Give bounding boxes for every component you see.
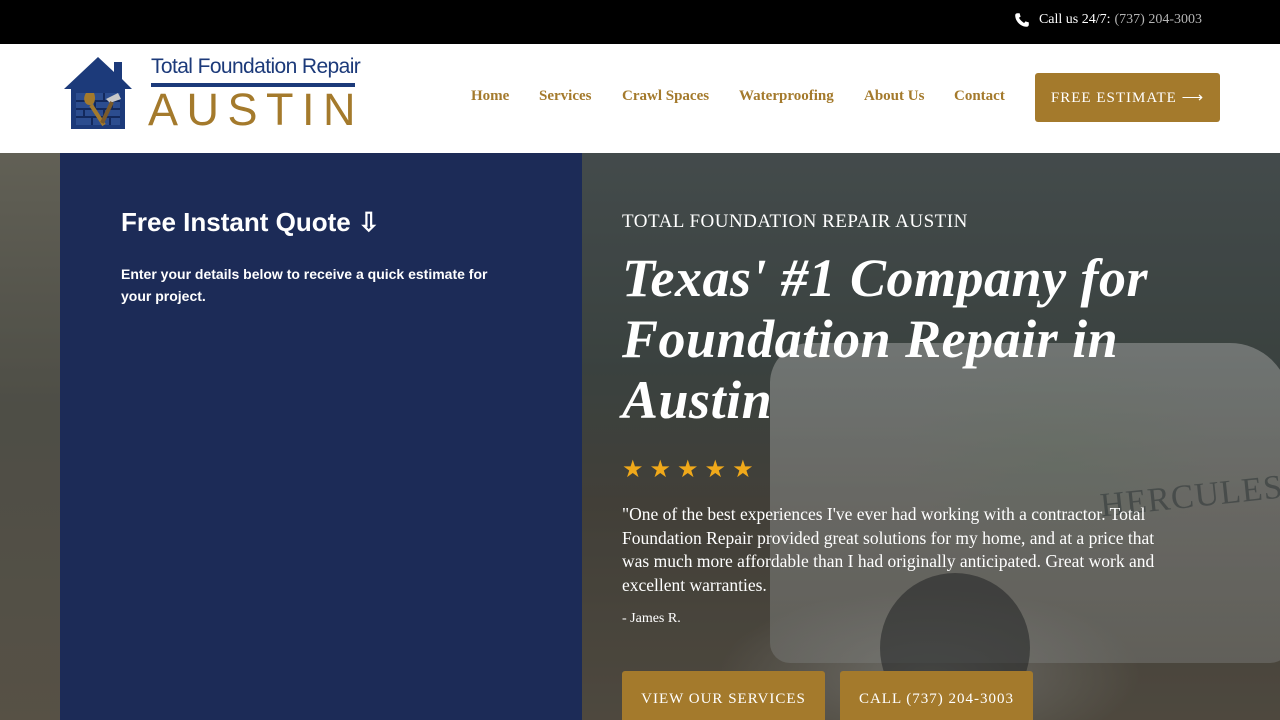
top-bar: Call us 24/7: (737) 204-3003 bbox=[0, 0, 1280, 44]
testimonial-author: - James R. bbox=[622, 611, 681, 626]
site-header: Total Foundation Repair AUSTIN Home Serv… bbox=[0, 44, 1280, 153]
nav-waterproofing[interactable]: Waterproofing bbox=[739, 88, 834, 105]
hero-headline: Texas' #1 Company for Foundation Repair … bbox=[622, 248, 1149, 430]
nav-services[interactable]: Services bbox=[539, 88, 591, 105]
quote-panel: Free Instant Quote ⇩ Enter your details … bbox=[60, 153, 582, 720]
phone-icon bbox=[1014, 12, 1030, 28]
view-services-button[interactable]: VIEW OUR SERVICES bbox=[622, 671, 825, 720]
hero-eyebrow: TOTAL FOUNDATION REPAIR AUSTIN bbox=[622, 211, 968, 232]
quote-panel-description: Enter your details below to receive a qu… bbox=[121, 266, 488, 304]
nav-crawl-spaces[interactable]: Crawl Spaces bbox=[622, 88, 709, 105]
nav-contact[interactable]: Contact bbox=[954, 88, 1005, 105]
call-button[interactable]: CALL (737) 204-3003 bbox=[840, 671, 1033, 720]
call-us-label: Call us 24/7: bbox=[1038, 12, 1111, 27]
nav-home[interactable]: Home bbox=[471, 88, 509, 105]
call-us-link[interactable]: Call us 24/7: (737) 204-3003 bbox=[1014, 12, 1202, 28]
topbar-phone-number[interactable]: (737) 204-3003 bbox=[1115, 12, 1203, 28]
nav-about-us[interactable]: About Us bbox=[864, 88, 924, 105]
free-estimate-button[interactable]: FREE ESTIMATE ⟶ bbox=[1035, 73, 1220, 122]
testimonial-text: "One of the best experiences I've ever h… bbox=[622, 504, 1155, 595]
hero-section: HERCULES Free Instant Quote ⇩ Enter your… bbox=[0, 153, 1280, 720]
quote-panel-title: Free Instant Quote ⇩ bbox=[121, 207, 380, 237]
star-rating: ★★★★★ bbox=[622, 457, 760, 483]
